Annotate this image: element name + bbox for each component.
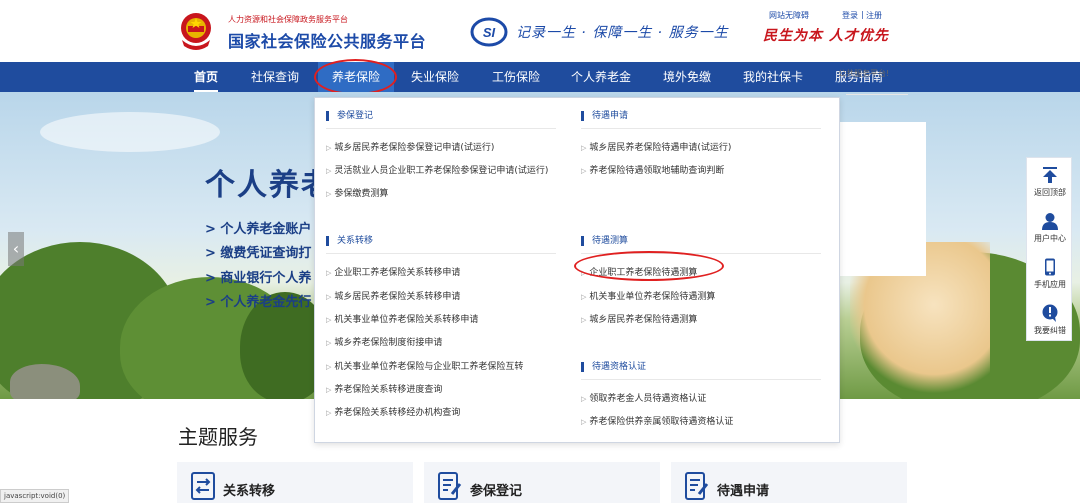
side-toolbar: 返回顶部 用户中心 手机应用 我要纠错 <box>1026 157 1072 341</box>
login-link[interactable]: 登录 <box>842 10 858 21</box>
info-card-divider <box>846 94 908 95</box>
nav-my-social-security-card[interactable]: 我的社保卡 <box>743 62 803 92</box>
main-nav: 首页 社保查询 养老保险 失业保险 工伤保险 个人养老金 境外免缴 我的社保卡 … <box>0 62 1080 92</box>
menu-item-mutual-transfer[interactable]: 机关事业单位养老保险与企业职工养老保险互转 <box>326 359 523 372</box>
info-card <box>838 122 926 276</box>
menu-item-benefit-location[interactable]: 养老保险待遇领取地辅助查询判断 <box>581 163 724 176</box>
user-icon <box>1042 213 1058 230</box>
nav-pension-insurance[interactable]: 养老保险 <box>318 62 395 92</box>
nav-home[interactable]: 首页 <box>194 62 219 92</box>
site-header: 人力资源和社会保障政务服务平台 国家社会保险公共服务平台 SI 记录一生 · 保… <box>0 0 1080 62</box>
banner-line: > 个人养老金账户 <box>205 222 312 237</box>
section-transfer-title: 关系转移 <box>326 236 373 246</box>
info-card-text: 公共服务平台! <box>838 69 890 78</box>
slogan: 记录一生 · 保障一生 · 服务一生 <box>516 25 729 41</box>
platform-title[interactable]: 国家社会保险公共服务平台 <box>228 28 426 52</box>
banner-prev-button[interactable]: ‹ <box>8 232 24 266</box>
section-qualification-title: 待遇资格认证 <box>581 362 646 372</box>
si-logo-text: SI <box>483 25 496 40</box>
link-separator: | <box>861 10 864 19</box>
section-enroll-title: 参保登记 <box>326 111 373 121</box>
back-to-top-button[interactable]: 返回顶部 <box>1027 160 1073 206</box>
theme-services-title: 主题服务 <box>178 425 258 449</box>
menu-item-transfer-rural[interactable]: 城乡居民养老保险关系转移申请 <box>326 289 460 302</box>
menu-item-transfer-progress[interactable]: 养老保险关系转移进度查询 <box>326 382 442 395</box>
arrow-to-top-icon <box>1043 167 1057 183</box>
register-link[interactable]: 注册 <box>866 10 882 21</box>
transfer-icon <box>191 472 215 500</box>
chevron-left-icon: ‹ <box>12 239 20 258</box>
section-benefit-calc-title: 待遇测算 <box>581 236 628 246</box>
menu-item-institution-benefit-calc[interactable]: 机关事业单位养老保险待遇测算 <box>581 289 715 302</box>
theme-card-enroll[interactable]: 参保登记 <box>424 462 660 503</box>
menu-item-enroll-flexible[interactable]: 灵活就业人员企业职工养老保险参保登记申请(试运行) <box>326 163 548 176</box>
si-logo-icon: SI <box>470 17 508 47</box>
theme-card-benefit-apply-label: 待遇申请 <box>717 484 770 499</box>
form-edit-icon <box>438 472 462 500</box>
nav-unemployment-insurance[interactable]: 失业保险 <box>411 62 459 92</box>
theme-card-benefit-apply[interactable]: 待遇申请 <box>671 462 907 503</box>
section-divider <box>326 128 556 129</box>
banner-line: > 个人养老金先行 <box>205 295 312 310</box>
menu-item-pensioner-qualification[interactable]: 领取养老金人员待遇资格认证 <box>581 391 706 404</box>
national-emblem-icon <box>181 13 211 50</box>
ministry-name: 人力资源和社会保障政务服务平台 <box>228 15 348 24</box>
theme-card-transfer[interactable]: 关系转移 <box>177 462 413 503</box>
back-to-top-label: 返回顶部 <box>1034 188 1066 197</box>
menu-item-enterprise-benefit-calc[interactable]: 企业职工养老保险待遇测算 <box>581 265 697 278</box>
user-center-button[interactable]: 用户中心 <box>1027 206 1073 252</box>
user-center-label: 用户中心 <box>1034 234 1066 243</box>
motto: 民生为本 人才优先 <box>763 28 889 44</box>
menu-item-transfer-agency[interactable]: 养老保险关系转移经办机构查询 <box>326 405 460 418</box>
menu-item-rural-benefit-calc[interactable]: 城乡居民养老保险待遇测算 <box>581 312 697 325</box>
nav-overseas-exemption[interactable]: 境外免缴 <box>663 62 711 92</box>
form-edit-icon <box>685 472 709 500</box>
mobile-app-button[interactable]: 手机应用 <box>1027 252 1073 298</box>
menu-item-transfer-institution[interactable]: 机关事业单位养老保险关系转移申请 <box>326 312 478 325</box>
menu-item-dependent-qualification[interactable]: 养老保险供养亲属领取待遇资格认证 <box>581 414 733 427</box>
menu-item-enroll-rural[interactable]: 城乡居民养老保险参保登记申请(试运行) <box>326 140 494 153</box>
menu-item-system-link[interactable]: 城乡养老保险制度衔接申请 <box>326 335 442 348</box>
theme-card-enroll-label: 参保登记 <box>470 484 523 499</box>
browser-status-bar: javascript:void(0) <box>0 489 70 503</box>
menu-item-transfer-enterprise[interactable]: 企业职工养老保险关系转移申请 <box>326 265 460 278</box>
nav-social-security-query[interactable]: 社保查询 <box>251 62 299 92</box>
error-report-button[interactable]: 我要纠错 <box>1027 298 1073 344</box>
banner-line: > 缴费凭证查询打 <box>205 246 312 261</box>
section-divider <box>581 128 821 129</box>
mobile-phone-icon <box>1045 258 1055 276</box>
theme-card-transfer-label: 关系转移 <box>223 484 276 499</box>
nav-work-injury-insurance[interactable]: 工伤保险 <box>492 62 540 92</box>
section-divider <box>581 379 821 380</box>
accessibility-link[interactable]: 网站无障碍 <box>769 10 809 21</box>
section-divider <box>326 253 556 254</box>
error-report-icon <box>1042 304 1058 322</box>
cloud-shape <box>40 112 220 152</box>
nav-personal-pension[interactable]: 个人养老金 <box>571 62 631 92</box>
section-benefit-apply-title: 待遇申请 <box>581 111 628 121</box>
section-divider <box>581 253 821 254</box>
menu-item-contribution-calc[interactable]: 参保缴费测算 <box>326 186 388 199</box>
banner-title: 个人养老 <box>205 168 317 203</box>
mobile-app-label: 手机应用 <box>1034 280 1066 289</box>
menu-item-benefit-rural[interactable]: 城乡居民养老保险待遇申请(试运行) <box>581 140 731 153</box>
error-report-label: 我要纠错 <box>1034 326 1066 335</box>
banner-line: > 商业银行个人养 <box>205 271 312 286</box>
